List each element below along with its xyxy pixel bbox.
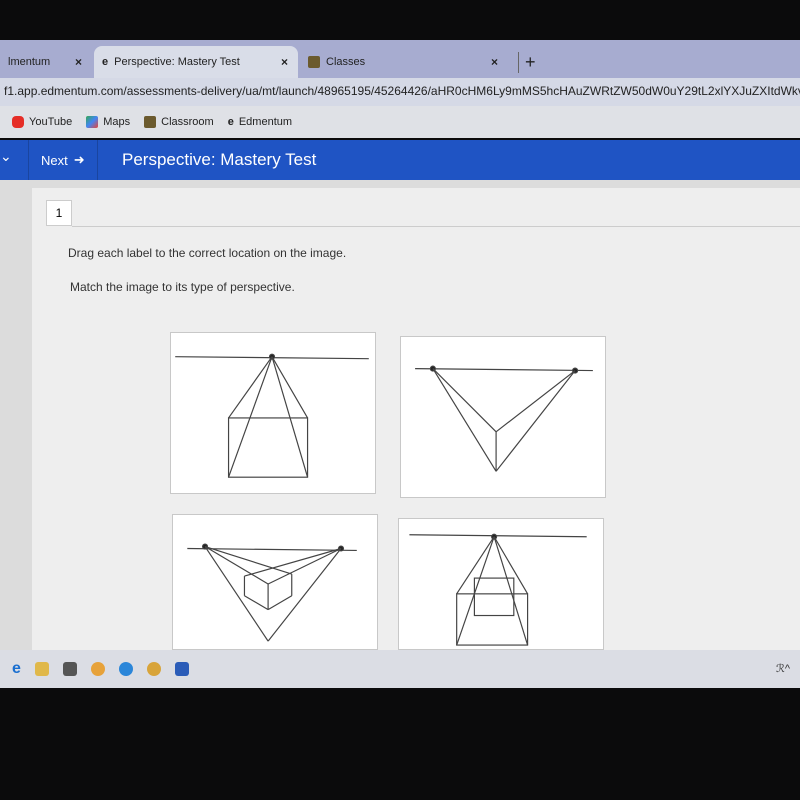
classroom-icon [144, 116, 157, 128]
edmentum-icon: e [102, 56, 109, 68]
system-tray[interactable]: ℛ^ [776, 662, 790, 675]
page-title: Perspective: Mastery Test [122, 150, 317, 169]
tab-bar: lmentum × e Perspective: Mastery Test × Cla… [0, 40, 800, 78]
prompt-text: Match the image to its type of perspecti… [70, 280, 295, 294]
bookmark-youtube[interactable]: YouTube [12, 116, 72, 128]
perspective-drawing [175, 353, 369, 478]
youtube-icon [12, 116, 24, 128]
bookmark-label: Maps [103, 116, 131, 128]
edmentum-icon: e [227, 116, 234, 128]
classroom-icon [308, 56, 320, 68]
bookmark-label: YouTube [29, 116, 73, 128]
taskbar: e ℛ^ [0, 650, 800, 688]
perspective-drawing [187, 543, 357, 642]
file-explorer-icon[interactable] [34, 662, 49, 676]
image-one-point-frame[interactable] [398, 518, 604, 650]
tab-edmentum[interactable]: lmentum × [0, 46, 92, 78]
image-one-point-box[interactable] [170, 332, 376, 494]
instruction-text: Drag each label to the correct location … [68, 246, 347, 260]
bookmark-edmentum[interactable]: e Edmentum [228, 116, 292, 128]
arrow-right-circle-icon: ➜ [73, 152, 85, 167]
image-two-point-v[interactable] [400, 336, 606, 498]
question-card: 1 Drag each label to the correct locatio… [32, 188, 800, 650]
edge-browser-icon[interactable] [118, 662, 133, 676]
url-text[interactable]: f1.app.edmentum.com/assessments-delivery… [4, 84, 800, 98]
bookmarks-bar: YouTube Maps Classroom e Edmentum [0, 106, 800, 138]
question-number: 1 [46, 200, 72, 226]
new-tab-button[interactable]: + [518, 52, 536, 73]
bookmark-maps[interactable]: Maps [86, 116, 130, 128]
tab-label: Classes [326, 56, 366, 68]
close-icon[interactable]: × [281, 55, 288, 69]
tab-label: lmentum [8, 56, 51, 68]
perspective-drawing [415, 365, 593, 472]
test-header: ⌄ Next➜ Perspective: Mastery Test ↖ [0, 140, 800, 192]
chrome-icon[interactable] [90, 662, 105, 676]
perspective-drawing [409, 533, 587, 646]
close-icon[interactable]: × [75, 55, 82, 69]
content-area: 1 Drag each label to the correct locatio… [0, 180, 800, 650]
image-two-point-box[interactable] [172, 514, 378, 650]
tab-classes[interactable]: Classes × [300, 46, 508, 78]
bookmark-classroom[interactable]: Classroom [144, 116, 214, 128]
next-button[interactable]: Next ➜ [28, 140, 98, 180]
address-bar[interactable]: f1.app.edmentum.com/assessments-delivery… [0, 78, 800, 106]
store-icon[interactable] [62, 662, 77, 676]
bookmark-label: Classroom [161, 116, 214, 128]
word-icon[interactable] [174, 662, 189, 676]
tab-perspective[interactable]: e Perspective: Mastery Test × [94, 46, 298, 78]
bookmark-label: Edmentum [238, 116, 293, 128]
divider [72, 226, 800, 227]
maps-icon [86, 116, 99, 128]
edge-icon[interactable]: e [12, 660, 21, 678]
next-label: Next [41, 152, 68, 168]
close-icon[interactable]: × [491, 55, 498, 69]
tab-label: Perspective: Mastery Test [114, 56, 240, 68]
chrome-alt-icon[interactable] [146, 662, 161, 676]
chevron-down-icon[interactable]: ⌄ [0, 148, 12, 165]
